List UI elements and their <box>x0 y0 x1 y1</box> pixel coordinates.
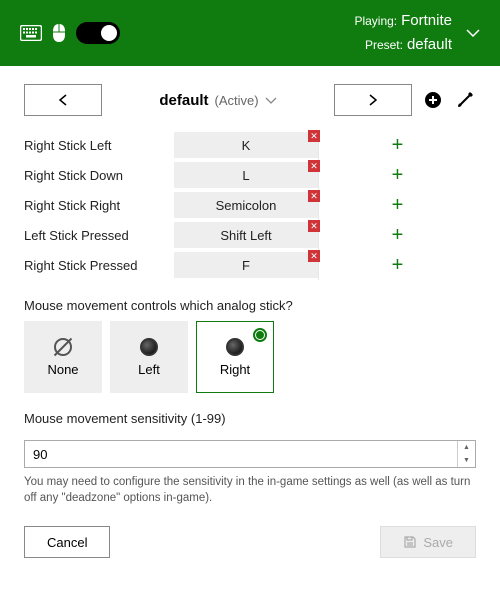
remove-binding-button[interactable]: ✕ <box>308 130 320 142</box>
prev-preset-button[interactable] <box>24 84 102 116</box>
binding-row: Right Stick LeftK✕+ <box>24 130 476 160</box>
preset-status: (Active) <box>215 93 259 108</box>
analog-option-right[interactable]: Right <box>196 321 274 393</box>
cancel-button[interactable]: Cancel <box>24 526 110 558</box>
binding-action: Right Stick Left <box>24 138 174 153</box>
preset-value: default <box>407 36 452 53</box>
keyboard-icon <box>20 25 42 41</box>
header-right: Playing: Fortnite Preset: default <box>354 9 480 57</box>
binding-key[interactable]: L✕ <box>174 162 318 188</box>
binding-key[interactable]: Shift Left✕ <box>174 222 318 248</box>
binding-action: Right Stick Right <box>24 198 174 213</box>
playing-label: Playing: <box>354 14 397 28</box>
analog-option-label: None <box>47 362 78 377</box>
binding-row: Right Stick PressedF✕+ <box>24 250 476 280</box>
analog-options: None Left Right <box>0 321 500 393</box>
binding-key[interactable]: K✕ <box>174 132 318 158</box>
next-preset-button[interactable] <box>334 84 412 116</box>
remove-binding-button[interactable]: ✕ <box>308 220 320 232</box>
remove-binding-button[interactable]: ✕ <box>308 160 320 172</box>
binding-action: Right Stick Pressed <box>24 258 174 273</box>
stick-icon <box>226 338 244 356</box>
header-left <box>20 22 120 44</box>
save-icon <box>403 535 417 549</box>
app-header: Playing: Fortnite Preset: default <box>0 0 500 66</box>
header-info: Playing: Fortnite Preset: default <box>354 9 452 57</box>
sensitivity-label: Mouse movement sensitivity (1-99) <box>0 393 500 434</box>
save-label: Save <box>423 535 453 550</box>
stick-icon <box>140 338 158 356</box>
preset-bar: default (Active) <box>0 66 500 130</box>
sensitivity-input-wrapper: ▲ ▼ <box>24 440 476 468</box>
settings-button[interactable] <box>454 89 476 111</box>
add-binding-button[interactable]: + <box>318 220 476 250</box>
analog-option-left[interactable]: Left <box>110 321 188 393</box>
preset-selector[interactable]: default (Active) <box>112 92 324 109</box>
binding-row: Right Stick DownL✕+ <box>24 160 476 190</box>
binding-key[interactable]: Semicolon✕ <box>174 192 318 218</box>
add-binding-button[interactable]: + <box>318 190 476 220</box>
add-binding-button[interactable]: + <box>318 160 476 190</box>
sensitivity-input[interactable] <box>25 441 457 467</box>
analog-option-none[interactable]: None <box>24 321 102 393</box>
add-binding-button[interactable]: + <box>318 130 476 160</box>
preset-name: default <box>159 92 208 109</box>
radio-selected-icon <box>253 328 267 342</box>
remove-binding-button[interactable]: ✕ <box>308 190 320 202</box>
preset-label: Preset: <box>365 38 403 52</box>
mouse-icon <box>52 23 66 43</box>
analog-question: Mouse movement controls which analog sti… <box>0 280 500 321</box>
binding-key[interactable]: F✕ <box>174 252 318 278</box>
sensitivity-hint: You may need to configure the sensitivit… <box>0 468 500 506</box>
sensitivity-spinners: ▲ ▼ <box>457 441 475 467</box>
none-icon <box>54 338 72 356</box>
binding-action: Left Stick Pressed <box>24 228 174 243</box>
spinner-down[interactable]: ▼ <box>458 454 475 467</box>
add-binding-button[interactable]: + <box>318 250 476 280</box>
master-toggle[interactable] <box>76 22 120 44</box>
add-preset-button[interactable] <box>422 89 444 111</box>
footer: Cancel Save <box>0 506 500 578</box>
analog-option-label: Left <box>138 362 160 377</box>
playing-value: Fortnite <box>401 12 452 29</box>
remove-binding-button[interactable]: ✕ <box>308 250 320 262</box>
bindings-list: Right Stick LeftK✕+Right Stick DownL✕+Ri… <box>0 130 500 280</box>
chevron-down-icon <box>265 97 277 104</box>
spinner-up[interactable]: ▲ <box>458 441 475 454</box>
save-button: Save <box>380 526 476 558</box>
binding-row: Left Stick PressedShift Left✕+ <box>24 220 476 250</box>
binding-action: Right Stick Down <box>24 168 174 183</box>
analog-option-label: Right <box>220 362 250 377</box>
chevron-down-icon[interactable] <box>466 29 480 37</box>
binding-row: Right Stick RightSemicolon✕+ <box>24 190 476 220</box>
